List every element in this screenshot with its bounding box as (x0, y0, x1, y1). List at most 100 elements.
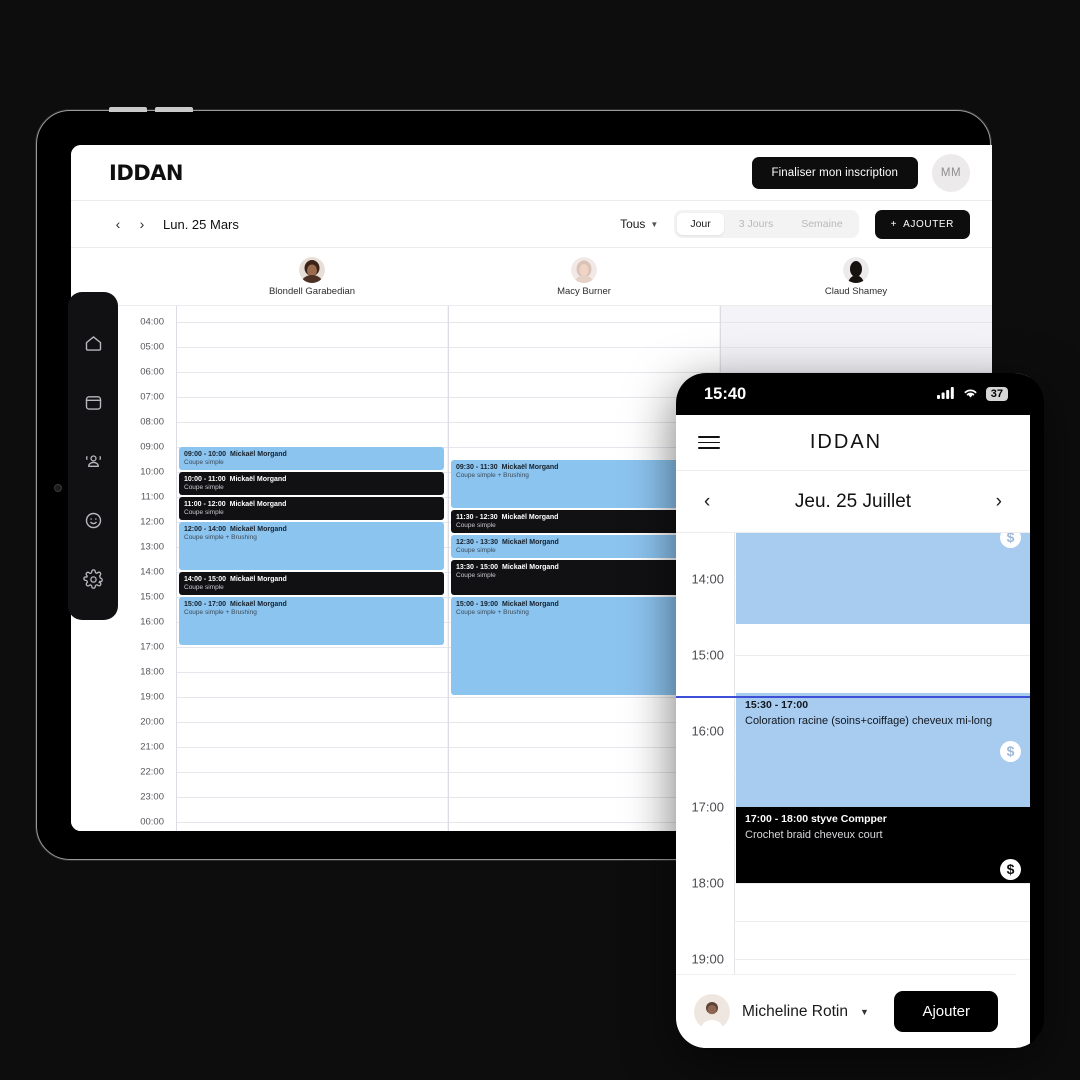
status-indicators: 37 (936, 385, 1008, 404)
appointment-time: 14:00 - 15:00 Mickaël Morgand (184, 576, 287, 583)
appointment-service: Coupe simple (184, 509, 224, 517)
app-topbar: IDDAN Finaliser mon inscription MM (71, 145, 992, 201)
appointment-time: 15:00 - 19:00 Mickaël Morgand (456, 601, 559, 608)
phone-add-button[interactable]: Ajouter (894, 991, 998, 1032)
grid-line (177, 797, 447, 798)
appointment-time: 09:30 - 11:30 Mickaël Morgand (456, 463, 559, 471)
avatar (843, 256, 869, 283)
add-appointment-button[interactable]: + AJOUTER (874, 209, 970, 239)
staff-name-label: Macy Burner (557, 285, 611, 297)
phone-bottom-bar: Micheline Rotin ▼ Ajouter (676, 974, 1016, 1048)
smiley-icon[interactable] (82, 509, 104, 531)
appointment-block[interactable]: 11:00 - 12:00 Mickaël Morgand Coupe simple (179, 497, 444, 520)
phone-time-axis: 14:00 15:00 16:00 17:00 18:00 19:00 (676, 533, 734, 988)
time-label: 23:00 (140, 791, 164, 803)
appointment-block[interactable]: 10:00 - 11:00 Mickaël Morgand Coupe simple (179, 472, 444, 495)
time-label: 12:00 (140, 516, 164, 528)
time-label: 15:00 (691, 647, 724, 663)
grid-line (449, 347, 719, 348)
appointment-block[interactable]: 15:30 - 17:00 Coloration racine (soins+c… (736, 692, 1030, 807)
staff-header-row: Blondell Garabedian Macy Burner Claud Sham… (71, 248, 992, 306)
payment-status-icon: $ (1000, 858, 1021, 880)
appointment-time: 12:30 - 13:30 Mickaël Morgand (456, 538, 559, 546)
view-option-semaine[interactable]: Semaine (788, 213, 855, 235)
avatar (571, 256, 597, 283)
appointment-time: 10:00 - 11:00 Mickaël Morgand (184, 476, 287, 483)
appointment-block[interactable]: $ (736, 533, 1030, 625)
phone-calendar[interactable]: 14:00 15:00 16:00 17:00 18:00 19:00 $15:30 - … (676, 533, 1030, 988)
home-icon[interactable] (82, 332, 104, 354)
user-avatar[interactable]: MM (932, 153, 970, 192)
avatar (694, 993, 730, 1030)
grid-line (734, 654, 1030, 656)
gear-icon[interactable] (82, 568, 104, 590)
finish-registration-button[interactable]: Finaliser mon inscription (751, 156, 918, 189)
grid-line (177, 722, 447, 723)
phone-calendar-column[interactable]: $15:30 - 17:00 Coloration racine (soins+… (734, 533, 1030, 988)
time-label: 07:00 (140, 391, 164, 403)
view-option-3-jours[interactable]: 3 Jours (726, 213, 786, 235)
tablet-volume-button-up[interactable] (109, 107, 147, 112)
next-day-icon[interactable]: › (133, 215, 151, 233)
time-label: 20:00 (140, 716, 164, 728)
grid-line (177, 772, 447, 773)
grid-line (734, 920, 1030, 922)
chevron-down-icon: ▼ (859, 1006, 869, 1017)
time-label: 11:00 (140, 491, 164, 503)
appointment-block[interactable]: 09:00 - 10:00 Mickaël Morgand Coupe simple (179, 447, 444, 470)
appointment-service: Coupe simple + Brushing (456, 471, 529, 479)
time-label: 06:00 (140, 366, 164, 378)
appointment-service: Coupe simple + Brushing (184, 534, 257, 542)
appointment-time: 17:00 - 18:00 styve Compper (745, 812, 887, 825)
grid-line (177, 322, 447, 323)
staff-filter-dropdown[interactable]: Tous ▼ (620, 217, 658, 231)
grid-line (449, 322, 719, 323)
plus-icon: + (890, 218, 898, 230)
status-time: 15:40 (704, 384, 747, 403)
users-icon[interactable] (82, 450, 104, 472)
phone-prev-day-icon[interactable]: ‹ (704, 491, 710, 513)
appointment-block[interactable]: 17:00 - 18:00 styve Compper Crochet braid… (736, 806, 1030, 883)
appointment-block[interactable]: 14:00 - 15:00 Mickaël Morgand Coupe simple (179, 572, 444, 595)
grid-line (734, 882, 1030, 884)
appointment-block[interactable]: 15:00 - 17:00 Mickaël Morgand Coupe simple… (179, 597, 444, 645)
staff-selector[interactable]: Micheline Rotin ▼ (694, 993, 869, 1030)
appointment-service: Coupe simple (184, 459, 224, 467)
grid-line (177, 347, 447, 348)
time-label: 16:00 (691, 723, 724, 739)
phone-current-date-label: Jeu. 25 Juillet (794, 490, 912, 512)
appointment-time: 12:00 - 14:00 Mickaël Morgand (184, 526, 287, 533)
phone-screen: 15:40 37 IDDAN ‹ Jeu. 25 Juillet › 14:00… (676, 373, 1030, 1048)
appointment-time: 13:30 - 15:00 Mickaël Morgand (456, 563, 559, 571)
staff-name-label: Blondell Garabedian (268, 285, 356, 297)
staff-column-header[interactable]: Macy Burner (448, 248, 720, 305)
tablet-volume-button-down[interactable] (155, 107, 193, 112)
hamburger-menu-icon[interactable] (698, 435, 720, 450)
battery-indicator: 37 (985, 387, 1008, 401)
phone-next-day-icon[interactable]: › (996, 491, 1002, 513)
app-sidebar (68, 292, 118, 620)
calendar-icon[interactable] (82, 391, 104, 413)
prev-day-icon[interactable]: ‹ (109, 215, 127, 233)
grid-line (734, 958, 1030, 960)
appointment-time: 11:00 - 12:00 Mickaël Morgand (184, 501, 287, 508)
staff-column-header[interactable]: Blondell Garabedian (176, 248, 448, 305)
time-label: 00:00 (140, 816, 164, 828)
view-option-jour[interactable]: Jour (677, 213, 724, 235)
phone-app-header: IDDAN (676, 415, 1030, 471)
grid-line (177, 747, 447, 748)
time-label: 19:00 (691, 951, 724, 967)
appointment-service: Coupe simple + Brushing (184, 609, 257, 617)
staff-column-header[interactable]: Claud Shamey (720, 248, 992, 305)
appointment-time: 15:30 - 17:00 (745, 698, 809, 711)
current-time-indicator-gutter (676, 696, 734, 699)
staff-name-label: Claud Shamey (824, 285, 888, 297)
grid-line (177, 647, 447, 648)
tablet-camera (54, 484, 62, 492)
appointment-block[interactable]: 12:00 - 14:00 Mickaël Morgand Coupe simple… (179, 522, 444, 570)
time-label: 09:00 (140, 441, 164, 453)
time-label: 05:00 (140, 341, 164, 353)
phone-device: 15:40 37 IDDAN ‹ Jeu. 25 Juillet › 14:00… (676, 373, 1044, 1048)
time-label: 14:00 (140, 566, 164, 578)
chevron-down-icon: ▼ (650, 219, 659, 229)
